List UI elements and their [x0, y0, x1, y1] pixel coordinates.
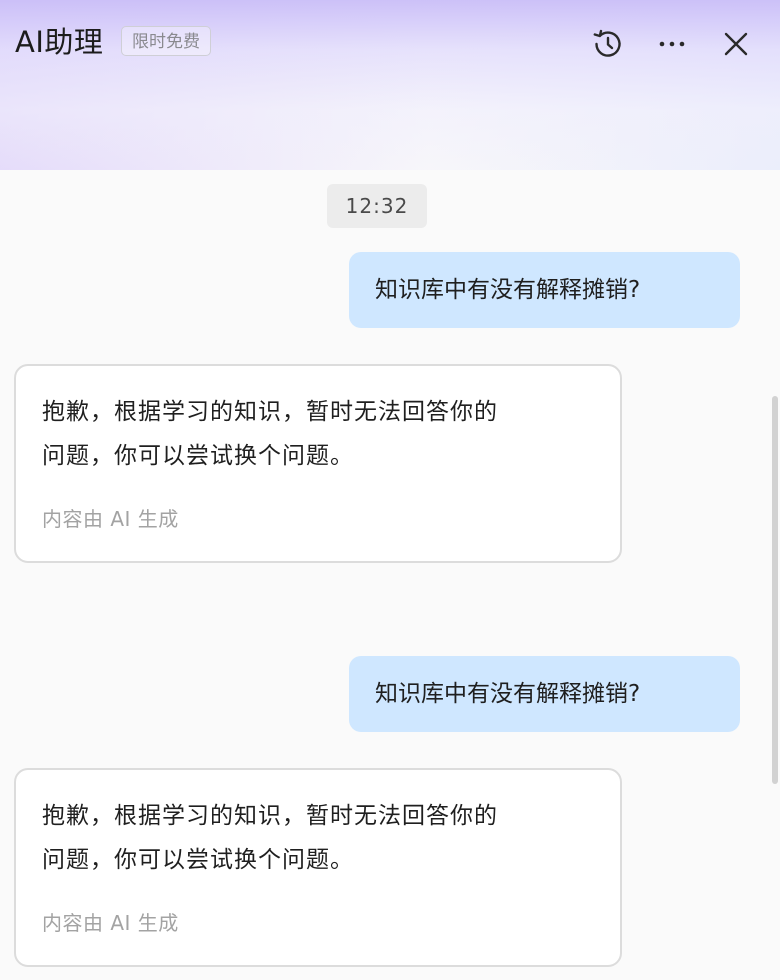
assistant-message: 抱歉，根据学习的知识，暂时无法回答你的 问题，你可以尝试换个问题。 内容由 AI…: [14, 364, 622, 563]
user-message: 知识库中有没有解释摊销?: [349, 252, 740, 328]
more-icon: [659, 41, 685, 47]
free-badge: 限时免费: [121, 26, 211, 56]
message-timestamp: 12:32: [327, 184, 427, 228]
chat-area[interactable]: 12:32 知识库中有没有解释摊销? 抱歉，根据学习的知识，暂时无法回答你的 问…: [0, 170, 780, 980]
chat-scrollbar[interactable]: [772, 396, 778, 784]
history-button[interactable]: [588, 24, 628, 64]
assistant-message-line: 问题，你可以尝试换个问题。: [42, 443, 354, 469]
close-icon: [724, 32, 748, 56]
user-message: 知识库中有没有解释摊销?: [349, 656, 740, 732]
assistant-message-line: 抱歉，根据学习的知识，暂时无法回答你的: [42, 803, 498, 829]
assistant-message: 抱歉，根据学习的知识，暂时无法回答你的 问题，你可以尝试换个问题。 内容由 AI…: [14, 768, 622, 967]
assistant-message-text: 抱歉，根据学习的知识，暂时无法回答你的 问题，你可以尝试换个问题。: [42, 390, 602, 478]
ai-assistant-panel: AI助理 限时免费 12:32 知识库中有没有解释摊销? 抱歉，根据学习的知识，…: [0, 0, 780, 980]
more-button[interactable]: [652, 24, 692, 64]
assistant-message-line: 抱歉，根据学习的知识，暂时无法回答你的: [42, 399, 498, 425]
ai-generated-note: 内容由 AI 生成: [42, 911, 179, 935]
history-icon: [593, 29, 621, 57]
header: AI助理 限时免费: [0, 0, 780, 86]
panel-title: AI助理: [15, 25, 104, 59]
ai-generated-note: 内容由 AI 生成: [42, 507, 179, 531]
assistant-message-text: 抱歉，根据学习的知识，暂时无法回答你的 问题，你可以尝试换个问题。: [42, 794, 602, 882]
close-button[interactable]: [716, 24, 756, 64]
assistant-message-line: 问题，你可以尝试换个问题。: [42, 847, 354, 873]
